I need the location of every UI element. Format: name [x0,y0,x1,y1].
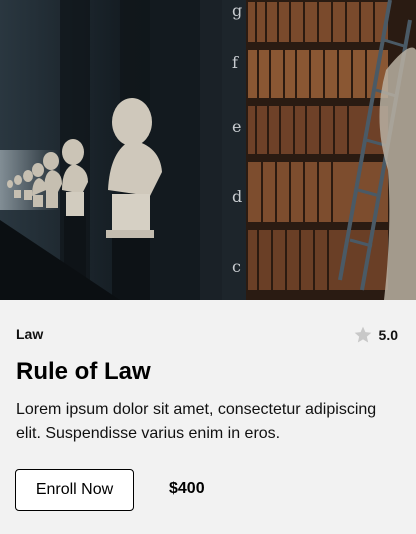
course-image: g f e d c [0,0,416,300]
course-rating: 5.0 [353,325,398,345]
course-details: Law 5.0 Rule of Law Lorem ipsum dolor si… [0,300,416,534]
shelf-letter-g: g [232,1,242,20]
rating-value: 5.0 [378,327,398,343]
shelf-letter-c: c [232,257,241,276]
course-description: Lorem ipsum dolor sit amet, consectetur … [16,401,377,442]
shelf-letter-e: e [232,117,241,136]
star-icon [354,326,371,343]
course-card: g f e d c Law 5.0 Rule of Law Lorem ipsu… [0,0,416,534]
shelf-letter-d: d [232,187,242,206]
course-title: Rule of Law [16,358,151,385]
enroll-now-button[interactable]: Enroll Now [15,469,134,511]
course-category: Law [16,326,44,342]
course-price: $400 [169,480,205,497]
